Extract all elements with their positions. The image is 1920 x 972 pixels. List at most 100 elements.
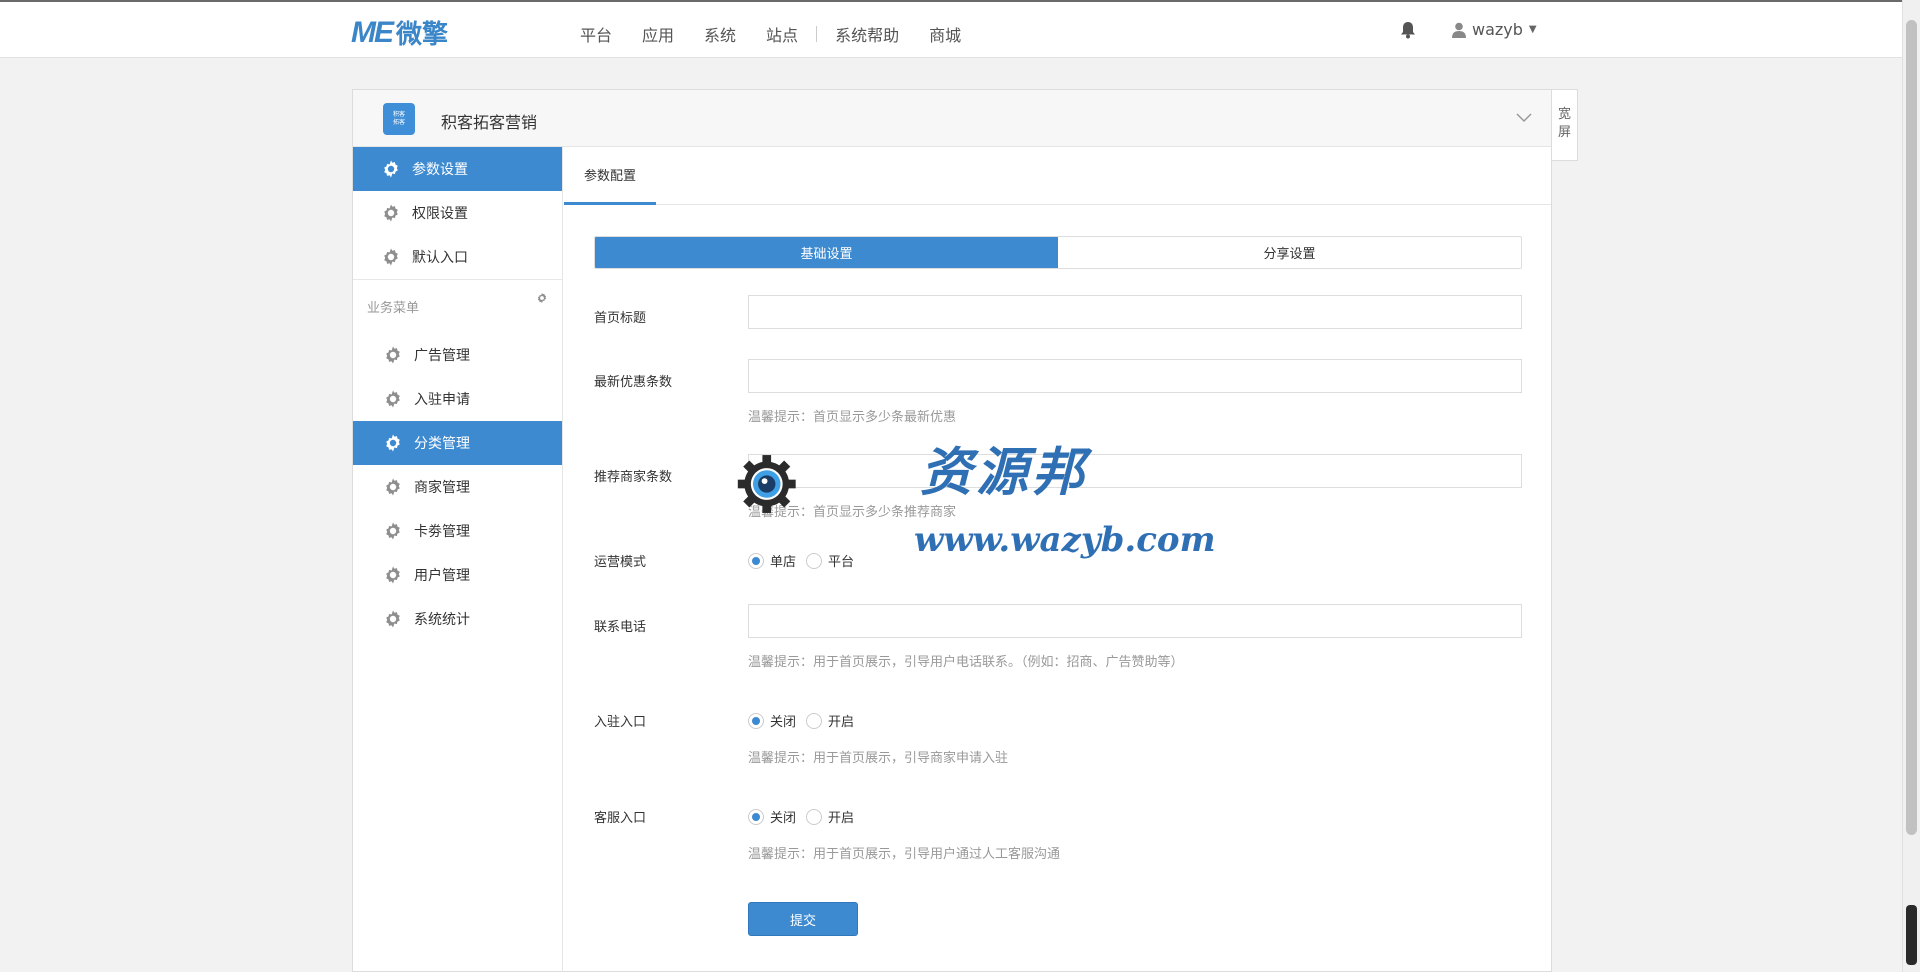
segment-basic[interactable]: 基础设置 (595, 237, 1058, 268)
label-mode: 运营模式 (594, 555, 647, 570)
logo-text: 微擎 (396, 20, 449, 50)
username: wazyb (1472, 20, 1523, 39)
segmented-control: 基础设置 分享设置 (594, 236, 1522, 269)
sidebar-item-categories[interactable]: 分类管理 (353, 421, 562, 465)
sidebar-item-join-apply[interactable]: 入驻申请 (353, 377, 562, 421)
sidebar-item-label: 系统统计 (414, 612, 470, 628)
segment-share[interactable]: 分享设置 (1058, 237, 1521, 268)
sidebar-item-label: 默认入口 (412, 250, 468, 266)
nav-help[interactable]: 系统帮助 (835, 22, 899, 46)
logo[interactable]: ME 微擎 (351, 14, 448, 51)
radio-label: 开启 (828, 811, 855, 826)
module-title: 积客拓客营销 (441, 113, 538, 132)
logo-mark: ME (351, 15, 394, 49)
wide-label: 宽 (1557, 107, 1571, 122)
sidebar-group-title: 业务菜单 (367, 301, 420, 316)
radio-service-off[interactable] (748, 808, 764, 825)
nav-sites[interactable]: 站点 (766, 22, 798, 46)
side-widget[interactable] (1906, 905, 1917, 965)
radio-label: 单店 (770, 555, 797, 570)
radio-mode-platform[interactable] (806, 552, 823, 569)
label-recommend-count: 推荐商家条数 (594, 470, 673, 485)
label-join-entry: 入驻入口 (594, 715, 647, 730)
radio-label: 关闭 (770, 811, 797, 826)
radio-join-on[interactable] (806, 712, 823, 729)
gear-icon (383, 521, 403, 541)
sidebar-item-label: 用户管理 (414, 568, 470, 584)
radio-label: 关闭 (770, 715, 797, 730)
radio-label: 开启 (828, 715, 855, 730)
tab-params-config[interactable]: 参数配置 (564, 147, 657, 205)
label-service-entry: 客服入口 (594, 811, 647, 826)
sidebar-item-label: 卡劵管理 (414, 524, 470, 540)
module-icon-text: 积客 (392, 111, 405, 118)
hint-latest-count: 温馨提示：首页显示多少条最新优惠 (748, 410, 957, 425)
page-scrollbar[interactable] (1902, 0, 1920, 972)
nav-apps[interactable]: 应用 (642, 22, 674, 46)
nav-platform[interactable]: 平台 (580, 22, 612, 46)
tab-bar: 参数配置 (564, 147, 1551, 205)
gear-icon (383, 389, 403, 409)
sidebar-item-label: 入驻申请 (414, 392, 470, 408)
hint-phone: 温馨提示：用于首页展示，引导用户电话联系。（例如：招商、广告赞助等） (748, 655, 1184, 670)
user-icon (1452, 22, 1466, 38)
radio-join-off[interactable] (748, 712, 764, 729)
join-entry-radio-group: 关闭 开启 (748, 711, 864, 730)
submit-button[interactable]: 提交 (748, 902, 858, 936)
module-header: 积客 拓客 积客拓客营销 (353, 90, 1551, 147)
label-home-title: 首页标题 (594, 311, 647, 326)
recommend-count-input[interactable] (748, 454, 1522, 488)
gear-icon (381, 159, 401, 179)
gear-icon (383, 609, 403, 629)
gear-icon (381, 247, 401, 267)
wide-screen-toggle[interactable]: 宽 屏 (1552, 89, 1578, 161)
sidebar-item-coupons[interactable]: 卡劵管理 (353, 509, 562, 553)
sidebar-item-users[interactable]: 用户管理 (353, 553, 562, 597)
bell-icon[interactable] (1400, 21, 1416, 39)
scrollbar-thumb[interactable] (1906, 20, 1917, 835)
sidebar-group-header: 业务菜单 (353, 279, 562, 333)
nav-store[interactable]: 商城 (929, 22, 961, 46)
sidebar-item-ads[interactable]: 广告管理 (353, 333, 562, 377)
gear-icon (383, 433, 403, 453)
home-title-input[interactable] (748, 295, 1522, 329)
sidebar-item-label: 商家管理 (414, 480, 470, 496)
watermark-text: 资源邦 (920, 442, 1089, 503)
wide-label: 屏 (1557, 125, 1571, 140)
label-phone: 联系电话 (594, 620, 647, 635)
sidebar-item-label: 参数设置 (412, 162, 468, 178)
gear-icon (383, 565, 403, 585)
sidebar-item-stats[interactable]: 系统统计 (353, 597, 562, 641)
sidebar-item-permissions[interactable]: 权限设置 (353, 191, 562, 235)
chevron-down-icon[interactable] (1515, 108, 1533, 126)
gear-icon[interactable] (536, 292, 548, 304)
hint-join-entry: 温馨提示：用于首页展示，引导商家申请入驻 (748, 751, 1009, 766)
top-navbar: ME 微擎 平台 应用 系统 站点 系统帮助 商城 wazyb ▼ (0, 0, 1902, 58)
nav-divider (816, 26, 818, 42)
sidebar-item-label: 权限设置 (412, 206, 468, 222)
sidebar: 参数设置 权限设置 默认入口 业务菜单 广告管理 入驻申请 分类管理 商家管理 … (353, 147, 563, 972)
latest-count-input[interactable] (748, 359, 1522, 393)
hint-service-entry: 温馨提示：用于首页展示，引导用户通过人工客服沟通 (748, 847, 1061, 862)
main-nav: 平台 应用 系统 站点 系统帮助 商城 (580, 22, 991, 46)
mode-radio-group: 单店 平台 (748, 551, 864, 570)
module-icon: 积客 拓客 (383, 103, 415, 135)
sidebar-item-merchants[interactable]: 商家管理 (353, 465, 562, 509)
gear-icon (383, 345, 403, 365)
sidebar-item-default-entry[interactable]: 默认入口 (353, 235, 562, 279)
user-menu[interactable]: wazyb ▼ (1452, 20, 1537, 39)
sidebar-item-label: 广告管理 (414, 348, 470, 364)
watermark-url: www.wazyb.com (914, 520, 1216, 560)
sidebar-item-label: 分类管理 (414, 436, 470, 452)
service-entry-radio-group: 关闭 开启 (748, 807, 864, 826)
radio-service-on[interactable] (806, 808, 823, 825)
radio-label: 平台 (828, 555, 855, 570)
caret-down-icon: ▼ (1528, 24, 1537, 35)
gear-icon (381, 203, 401, 223)
radio-mode-single[interactable] (748, 552, 764, 569)
nav-system[interactable]: 系统 (704, 22, 736, 46)
module-icon-text: 拓客 (392, 119, 405, 126)
gear-icon (383, 477, 403, 497)
phone-input[interactable] (748, 604, 1522, 638)
sidebar-item-params[interactable]: 参数设置 (353, 147, 562, 191)
